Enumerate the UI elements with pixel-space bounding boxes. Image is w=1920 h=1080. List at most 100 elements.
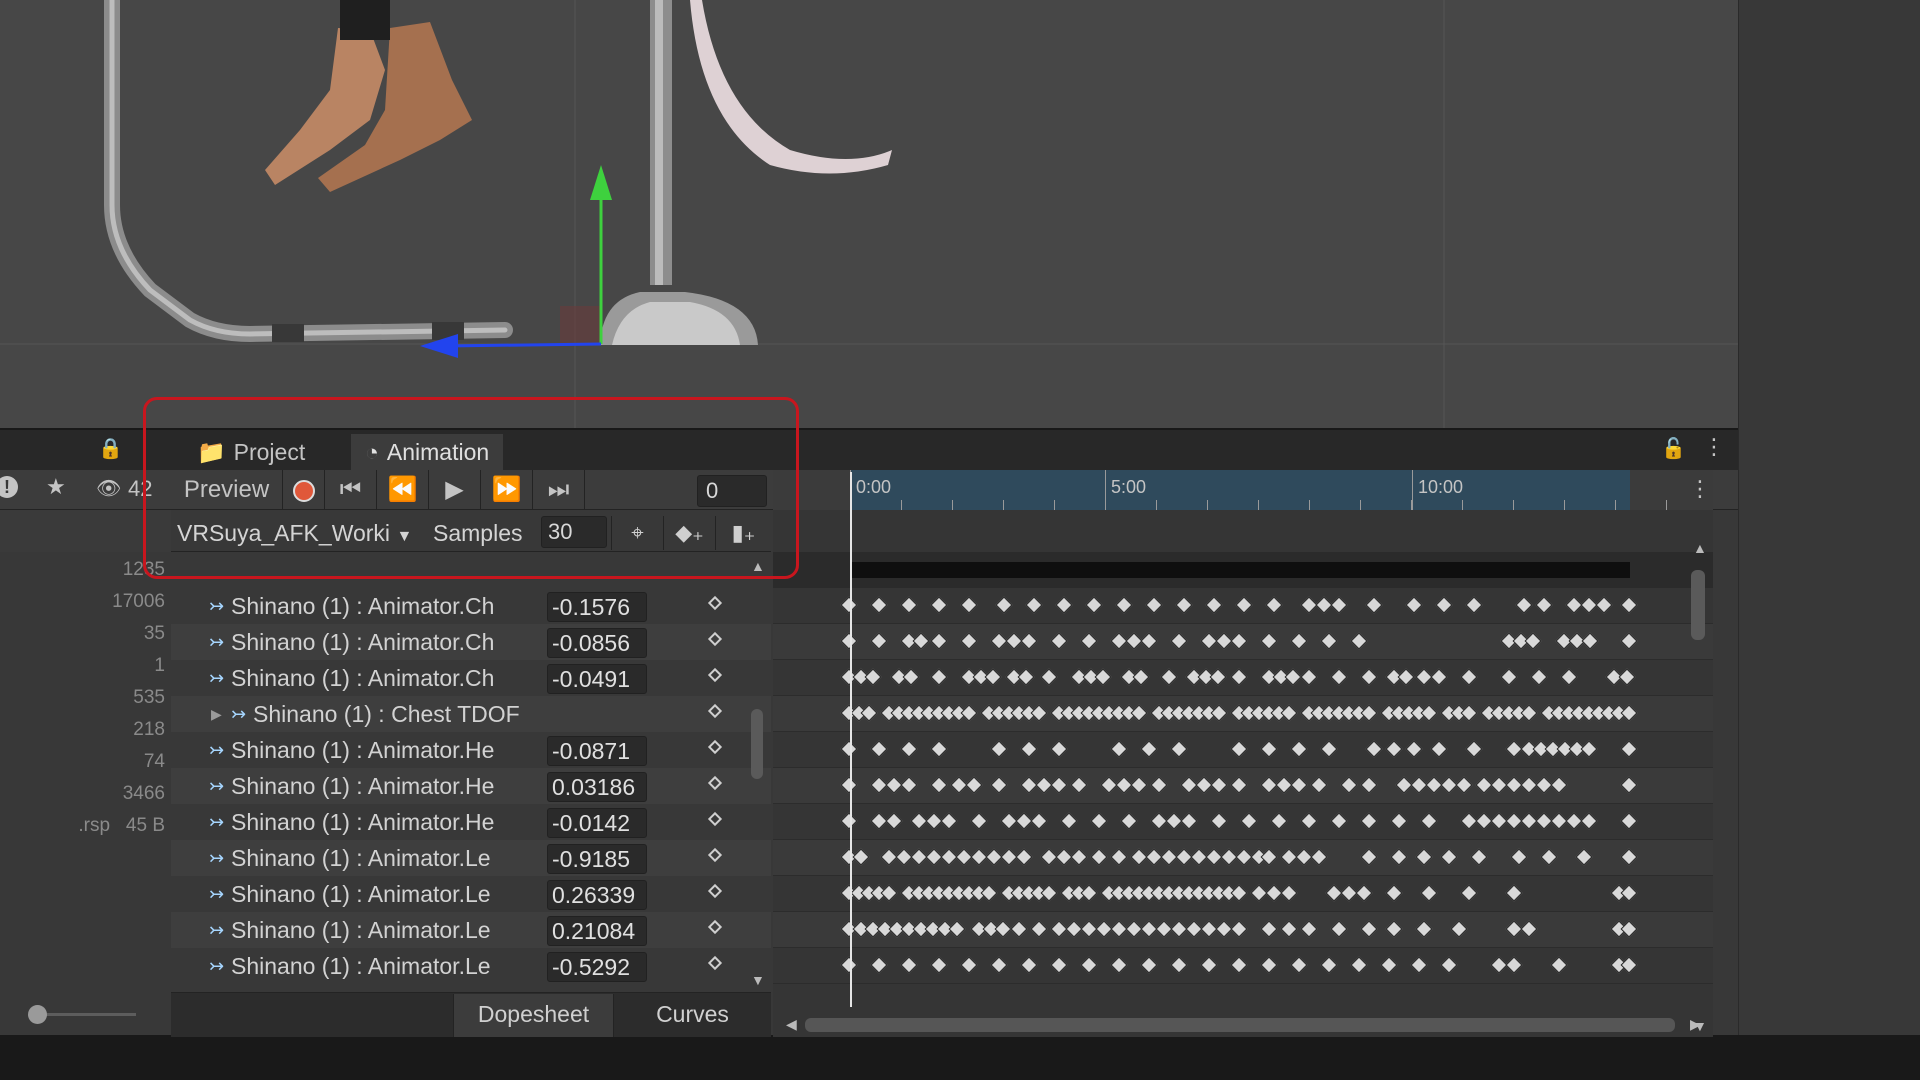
keyframe-diamond[interactable]: [1230, 884, 1248, 902]
keyframe-row[interactable]: [773, 624, 1713, 660]
keyframe-diamond[interactable]: [1620, 632, 1638, 650]
time-ruler[interactable]: 0:00 5:00 10:00 ⋮: [773, 470, 1713, 510]
keyframe-diamond[interactable]: [900, 740, 918, 758]
keyframe-diamond[interactable]: [1230, 632, 1248, 650]
keyframe-diamond[interactable]: [1460, 668, 1478, 686]
keyframe-diamond[interactable]: [902, 668, 920, 686]
keyframe-toggle[interactable]: [707, 703, 723, 719]
keyframe-diamond[interactable]: [930, 596, 948, 614]
keyframe-row[interactable]: [773, 948, 1713, 984]
favorite-star-icon[interactable]: ★: [46, 474, 66, 500]
property-value-field[interactable]: -0.5292: [547, 952, 647, 982]
keyframe-diamond[interactable]: [1460, 884, 1478, 902]
timeline-menu-icon[interactable]: ⋮: [1689, 476, 1711, 502]
property-row[interactable]: ↣ Shinano (1) : Animator.He -0.0871: [171, 732, 771, 768]
keyframe-row[interactable]: [773, 696, 1713, 732]
keyframe-diamond[interactable]: [1618, 668, 1636, 686]
keyframe-diamond[interactable]: [1085, 596, 1103, 614]
keyframe-diamond[interactable]: [1270, 812, 1288, 830]
keyframe-diamond[interactable]: [1360, 848, 1378, 866]
keyframe-diamond[interactable]: [1010, 920, 1028, 938]
keyframe-diamond[interactable]: [1110, 956, 1128, 974]
keyframe-diamond[interactable]: [1620, 596, 1638, 614]
keyframe-row[interactable]: [773, 912, 1713, 948]
keyframe-diamond[interactable]: [1094, 668, 1112, 686]
keyframe-diamond[interactable]: [1310, 848, 1328, 866]
keyframe-diamond[interactable]: [1050, 632, 1068, 650]
keyframe-diamond[interactable]: [840, 776, 858, 794]
keyframe-toggle[interactable]: [707, 667, 723, 683]
keyframe-diamond[interactable]: [1340, 776, 1358, 794]
keyframe-diamond[interactable]: [1360, 776, 1378, 794]
keyframe-diamond[interactable]: [1280, 884, 1298, 902]
keyframe-diamond[interactable]: [1470, 848, 1488, 866]
keyframe-diamond[interactable]: [870, 956, 888, 974]
keyframe-diamond[interactable]: [1260, 632, 1278, 650]
keyframe-diamond[interactable]: [930, 668, 948, 686]
keyframe-diamond[interactable]: [1365, 740, 1383, 758]
summary-keyframe-row[interactable]: [773, 552, 1713, 588]
keyframe-diamond[interactable]: [1210, 776, 1228, 794]
keyframe-diamond[interactable]: [1620, 956, 1638, 974]
keyframe-diamond[interactable]: [940, 812, 958, 830]
keyframe-diamond[interactable]: [1210, 704, 1228, 722]
keyframe-diamond[interactable]: [1620, 848, 1638, 866]
keyframe-diamond[interactable]: [840, 812, 858, 830]
keyframe-toggle[interactable]: [707, 919, 723, 935]
property-row[interactable]: ↣ Shinano (1) : Animator.Le -0.5292: [171, 948, 771, 984]
keyframe-diamond[interactable]: [1020, 956, 1038, 974]
keyframe-diamond[interactable]: [1140, 740, 1158, 758]
keyframe-diamond[interactable]: [1170, 740, 1188, 758]
keyframe-diamond[interactable]: [1415, 848, 1433, 866]
keyframe-diamond[interactable]: [994, 920, 1012, 938]
keyframe-diamond[interactable]: [930, 740, 948, 758]
keyframe-diamond[interactable]: [1110, 848, 1128, 866]
keyframe-diamond[interactable]: [1405, 596, 1423, 614]
keyframe-diamond[interactable]: [1170, 956, 1188, 974]
keyframe-diamond[interactable]: [1115, 596, 1133, 614]
keyframe-diamond[interactable]: [860, 704, 878, 722]
keyframe-diamond[interactable]: [1320, 956, 1338, 974]
keyframe-diamond[interactable]: [1550, 776, 1568, 794]
keyframe-diamond[interactable]: [1290, 740, 1308, 758]
keyframe-diamond[interactable]: [1300, 812, 1318, 830]
keyframe-diamond[interactable]: [960, 704, 978, 722]
keyframe-diamond[interactable]: [1020, 632, 1038, 650]
keyframe-diamond[interactable]: [1385, 920, 1403, 938]
keyframe-diamond[interactable]: [1160, 668, 1178, 686]
keyframe-row[interactable]: [773, 840, 1713, 876]
property-value-field[interactable]: -0.0142: [547, 808, 647, 838]
keyframe-diamond[interactable]: [900, 596, 918, 614]
keyframe-diamond[interactable]: [1300, 668, 1318, 686]
keyframe-diamond[interactable]: [1230, 920, 1248, 938]
property-row[interactable]: ↣ Shinano (1) : Animator.Le 0.21084: [171, 912, 771, 948]
keyframe-diamond[interactable]: [1240, 812, 1258, 830]
keyframe-diamond[interactable]: [1080, 632, 1098, 650]
keyframe-diamond[interactable]: [1540, 848, 1558, 866]
keyframe-diamond[interactable]: [1060, 812, 1078, 830]
keyframe-diamond[interactable]: [1050, 956, 1068, 974]
lock-icon[interactable]: 🔒: [98, 436, 123, 461]
scrollbar-thumb[interactable]: [751, 709, 763, 779]
keyframe-diamond[interactable]: [1450, 920, 1468, 938]
tab-curves[interactable]: Curves: [613, 994, 771, 1037]
property-row[interactable]: ↣ Shinano (1) : Animator.Le -0.9185: [171, 840, 771, 876]
keyframe-diamond[interactable]: [1535, 596, 1553, 614]
keyframe-diamond[interactable]: [1320, 740, 1338, 758]
keyframe-diamond[interactable]: [930, 632, 948, 650]
keyframe-diamond[interactable]: [1300, 920, 1318, 938]
keyframe-diamond[interactable]: [1575, 848, 1593, 866]
property-row[interactable]: ↣ Shinano (1) : Animator.Ch -0.0856: [171, 624, 771, 660]
keyframe-diamond[interactable]: [1595, 596, 1613, 614]
keyframe-diamond[interactable]: [1505, 884, 1523, 902]
keyframe-diamond[interactable]: [1550, 956, 1568, 974]
timeline-vscroll-thumb[interactable]: [1691, 570, 1705, 640]
keyframe-diamond[interactable]: [1290, 776, 1308, 794]
keyframe-row[interactable]: [773, 732, 1713, 768]
playhead[interactable]: [850, 472, 852, 1007]
keyframe-diamond[interactable]: [870, 632, 888, 650]
keyframe-diamond[interactable]: [1420, 704, 1438, 722]
keyframe-diamond[interactable]: [1025, 596, 1043, 614]
keyframe-diamond[interactable]: [1070, 848, 1088, 866]
keyframe-diamond[interactable]: [1330, 920, 1348, 938]
